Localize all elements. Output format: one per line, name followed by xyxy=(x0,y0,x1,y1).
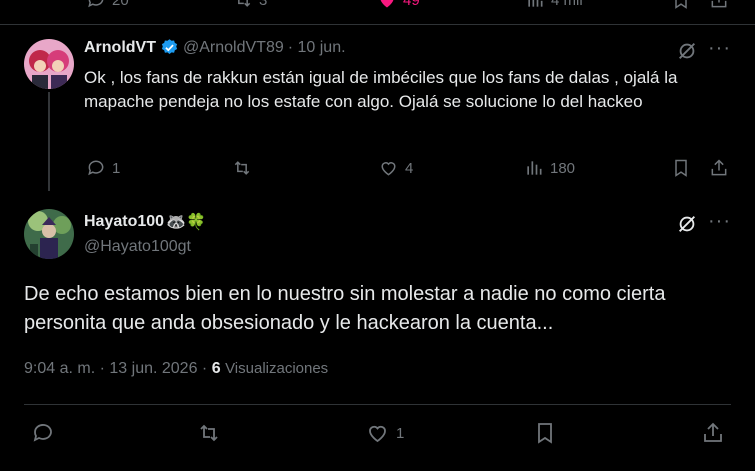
views-icon xyxy=(525,0,545,10)
bookmark-icon[interactable] xyxy=(533,421,557,445)
like-action[interactable]: 1 xyxy=(365,421,404,445)
views-number: 6 xyxy=(211,360,221,377)
display-name[interactable]: ArnoldVT xyxy=(84,39,156,57)
reply-icon xyxy=(86,0,106,10)
main-post: Hayato100 🦝🍀 @Hayato100gt ··· De echo es… xyxy=(0,195,755,471)
like-count: 4 xyxy=(405,159,414,177)
reply-post[interactable]: ArnoldVT @ArnoldVT89 · 10 jun. ··· Ok , … xyxy=(0,25,755,195)
like-action[interactable]: 4 xyxy=(378,158,413,178)
previous-post-action-bar: 20 3 49 4 mil xyxy=(0,0,755,12)
thread-line xyxy=(48,92,50,191)
heart-icon xyxy=(378,158,399,178)
like-action[interactable]: 49 xyxy=(377,0,420,10)
dot-separator: · xyxy=(99,360,105,377)
reply-action[interactable]: 1 xyxy=(86,158,120,178)
verified-badge-icon xyxy=(160,38,179,57)
display-name[interactable]: Hayato100 xyxy=(84,213,164,231)
post-text: Ok , los fans de rakkun están igual de i… xyxy=(84,68,678,111)
post-date[interactable]: 13 jun. 2026 xyxy=(109,360,197,377)
reply-icon xyxy=(31,421,55,445)
bookmark-icon[interactable] xyxy=(671,0,691,10)
retweet-action[interactable] xyxy=(231,158,253,178)
avatar[interactable] xyxy=(24,39,74,89)
more-options-icon[interactable]: ··· xyxy=(708,37,731,60)
bookmark-icon[interactable] xyxy=(671,158,691,178)
views-count: 4 mil xyxy=(551,0,583,9)
post-time[interactable]: 9:04 a. m. xyxy=(24,360,95,377)
like-count: 1 xyxy=(396,424,405,442)
more-options-icon[interactable]: ··· xyxy=(708,210,731,233)
grok-icon[interactable] xyxy=(676,213,698,235)
like-count: 49 xyxy=(403,0,420,9)
separator xyxy=(24,404,731,405)
grok-icon[interactable] xyxy=(676,40,698,62)
dot-separator: · xyxy=(201,360,208,377)
views-icon xyxy=(524,158,544,178)
share-icon[interactable] xyxy=(709,0,729,10)
retweet-icon xyxy=(233,0,253,10)
avatar[interactable] xyxy=(24,209,74,259)
handle[interactable]: @ArnoldVT89 xyxy=(183,39,284,57)
retweet-icon xyxy=(231,158,253,178)
views-label: Visualizaciones xyxy=(225,360,329,377)
share-icon[interactable] xyxy=(709,158,729,178)
share-icon[interactable] xyxy=(701,421,725,445)
handle[interactable]: @Hayato100gt xyxy=(84,238,191,256)
heart-filled-icon xyxy=(377,0,397,10)
reply-count: 20 xyxy=(112,0,129,9)
retweet-count: 3 xyxy=(259,0,268,9)
post-metadata: 9:04 a. m. · 13 jun. 2026 · 6 Visualizac… xyxy=(24,360,328,378)
reply-action[interactable]: 20 xyxy=(86,0,129,10)
heart-icon xyxy=(365,421,390,445)
retweet-icon xyxy=(196,421,222,445)
views-action[interactable]: 4 mil xyxy=(525,0,583,10)
reply-count: 1 xyxy=(112,159,121,177)
views-action[interactable]: 180 xyxy=(524,158,575,178)
retweet-action[interactable]: 3 xyxy=(233,0,267,10)
reply-action[interactable] xyxy=(31,421,55,445)
retweet-action[interactable] xyxy=(196,421,222,445)
views-count: 180 xyxy=(550,159,576,177)
name-emojis: 🦝🍀 xyxy=(166,214,206,231)
post-time[interactable]: · 10 jun. xyxy=(288,39,346,57)
reply-icon xyxy=(86,158,106,178)
post-text: De echo estamos bien en lo nuestro sin m… xyxy=(24,283,666,334)
